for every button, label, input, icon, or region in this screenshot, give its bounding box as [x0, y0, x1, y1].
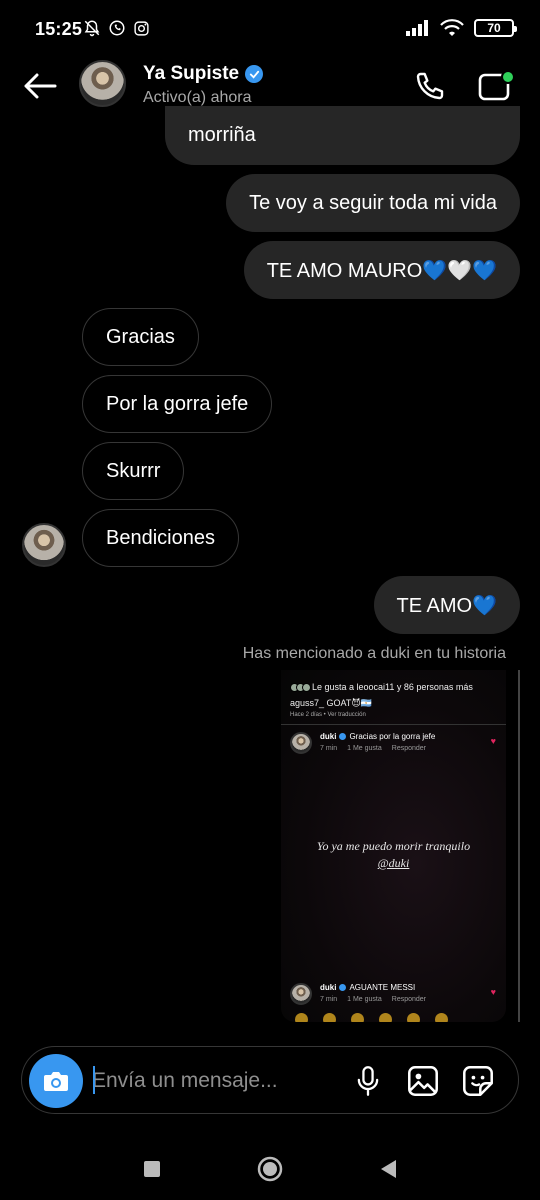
story-center-line: Yo ya me puedo morir tranquilo	[316, 839, 471, 853]
sticker-button[interactable]	[458, 1061, 498, 1101]
instagram-icon	[134, 20, 149, 36]
comment-likes: 1 Me gusta	[347, 996, 382, 1003]
whatsapp-icon	[109, 20, 125, 36]
status-time: 15:25	[35, 19, 83, 39]
signal-icon	[406, 20, 428, 36]
comment-text: Gracias por la gorra jefe	[349, 732, 436, 741]
triangle-back-icon	[381, 1160, 396, 1178]
message-bubble-outgoing[interactable]: TE AMO MAURO💙🤍💙	[243, 241, 520, 299]
contact-name-label: Ya Supiste	[143, 63, 240, 84]
emoji-icon	[323, 1013, 336, 1022]
system-nav-bar	[0, 1130, 540, 1200]
active-status: Activo(a) ahora	[143, 89, 252, 106]
video-camera-icon	[478, 70, 515, 101]
message-bubble-incoming[interactable]: Bendiciones	[82, 509, 239, 567]
voice-call-button[interactable]	[410, 66, 450, 106]
emoji-icon	[295, 1013, 308, 1022]
gallery-button[interactable]	[403, 1061, 443, 1101]
contact-avatar[interactable]	[79, 60, 126, 107]
comment-text: AGUANTE MESSI	[349, 983, 416, 992]
verified-badge-icon	[245, 65, 264, 83]
sender-avatar[interactable]	[22, 523, 66, 567]
comment-reply: Responder	[391, 996, 427, 1003]
image-icon	[408, 1066, 438, 1096]
emoji-icon	[379, 1013, 392, 1022]
battery-icon: 70	[474, 19, 517, 37]
reaction-emoji-row	[295, 1013, 448, 1022]
message-bubble-incoming[interactable]: Skurrr	[82, 442, 185, 500]
emoji-icon	[435, 1013, 448, 1022]
video-call-button[interactable]	[474, 64, 518, 108]
microphone-button[interactable]	[348, 1061, 388, 1101]
recents-button[interactable]	[137, 1154, 167, 1184]
story-comment: duki AGUANTE MESSI 7 min 1 Me gusta Resp…	[290, 981, 500, 1011]
mute-bell-icon	[84, 20, 100, 37]
message-input[interactable]	[92, 1066, 292, 1096]
phone-icon	[416, 72, 444, 100]
sticker-icon	[463, 1066, 493, 1096]
text-cursor	[93, 1066, 95, 1094]
liker-avatars	[290, 682, 311, 692]
story-likes-text: Le gusta a leoocai11 y 86 personas más	[312, 682, 473, 692]
message-composer	[21, 1046, 519, 1114]
microphone-icon	[357, 1066, 379, 1096]
wifi-icon	[440, 19, 464, 36]
message-bubble-incoming[interactable]: Por la gorra jefe	[82, 375, 273, 433]
comment-avatar	[290, 983, 312, 1005]
story-meta: Hace 2 días • Ver traducción	[290, 712, 366, 718]
divider	[281, 724, 506, 725]
home-button[interactable]	[255, 1154, 285, 1184]
story-caption: aguss7_ GOAT😈🇦🇷	[290, 698, 372, 708]
story-scrollbar	[518, 670, 520, 1022]
comment-time: 7 min	[320, 996, 338, 1003]
status-bar: 15:25 70	[0, 0, 540, 58]
heart-icon: ♥	[490, 987, 496, 997]
heart-icon: ♥	[490, 736, 496, 746]
verified-badge-icon	[339, 733, 347, 740]
verified-badge-icon	[339, 984, 347, 991]
arrow-left-icon	[24, 73, 57, 99]
emoji-icon	[407, 1013, 420, 1022]
circle-icon	[257, 1156, 283, 1182]
camera-button[interactable]	[29, 1054, 83, 1108]
comment-avatar	[290, 732, 312, 754]
square-icon	[144, 1161, 160, 1177]
message-bubble-outgoing[interactable]: morriña	[165, 106, 520, 165]
comment-likes: 1 Me gusta	[347, 745, 382, 752]
back-button[interactable]	[20, 66, 60, 106]
story-comment: duki Gracias por la gorra jefe 7 min 1 M…	[290, 730, 500, 760]
message-bubble-outgoing[interactable]: TE AMO💙	[373, 576, 520, 634]
story-center-mention: @duki	[377, 856, 410, 870]
contact-name[interactable]: Ya Supiste	[143, 63, 264, 85]
comment-user: duki	[320, 732, 337, 741]
story-center-text: Yo ya me puedo morir tranquilo @duki	[281, 838, 506, 872]
back-nav-button[interactable]	[373, 1154, 403, 1184]
message-bubble-incoming[interactable]: Gracias	[82, 308, 199, 366]
message-bubble-outgoing[interactable]: Te voy a seguir toda mi vida	[226, 174, 520, 232]
story-mention-note: Has mencionado a duki en tu historia	[242, 645, 506, 662]
story-likes: Le gusta a leoocai11 y 86 personas más	[290, 682, 473, 692]
comment-time: 7 min	[320, 745, 338, 752]
shared-story-preview[interactable]: Le gusta a leoocai11 y 86 personas más a…	[281, 670, 506, 1022]
emoji-icon	[351, 1013, 364, 1022]
comment-user: duki	[320, 983, 337, 992]
camera-icon	[44, 1072, 68, 1091]
comment-reply: Responder	[391, 745, 427, 752]
